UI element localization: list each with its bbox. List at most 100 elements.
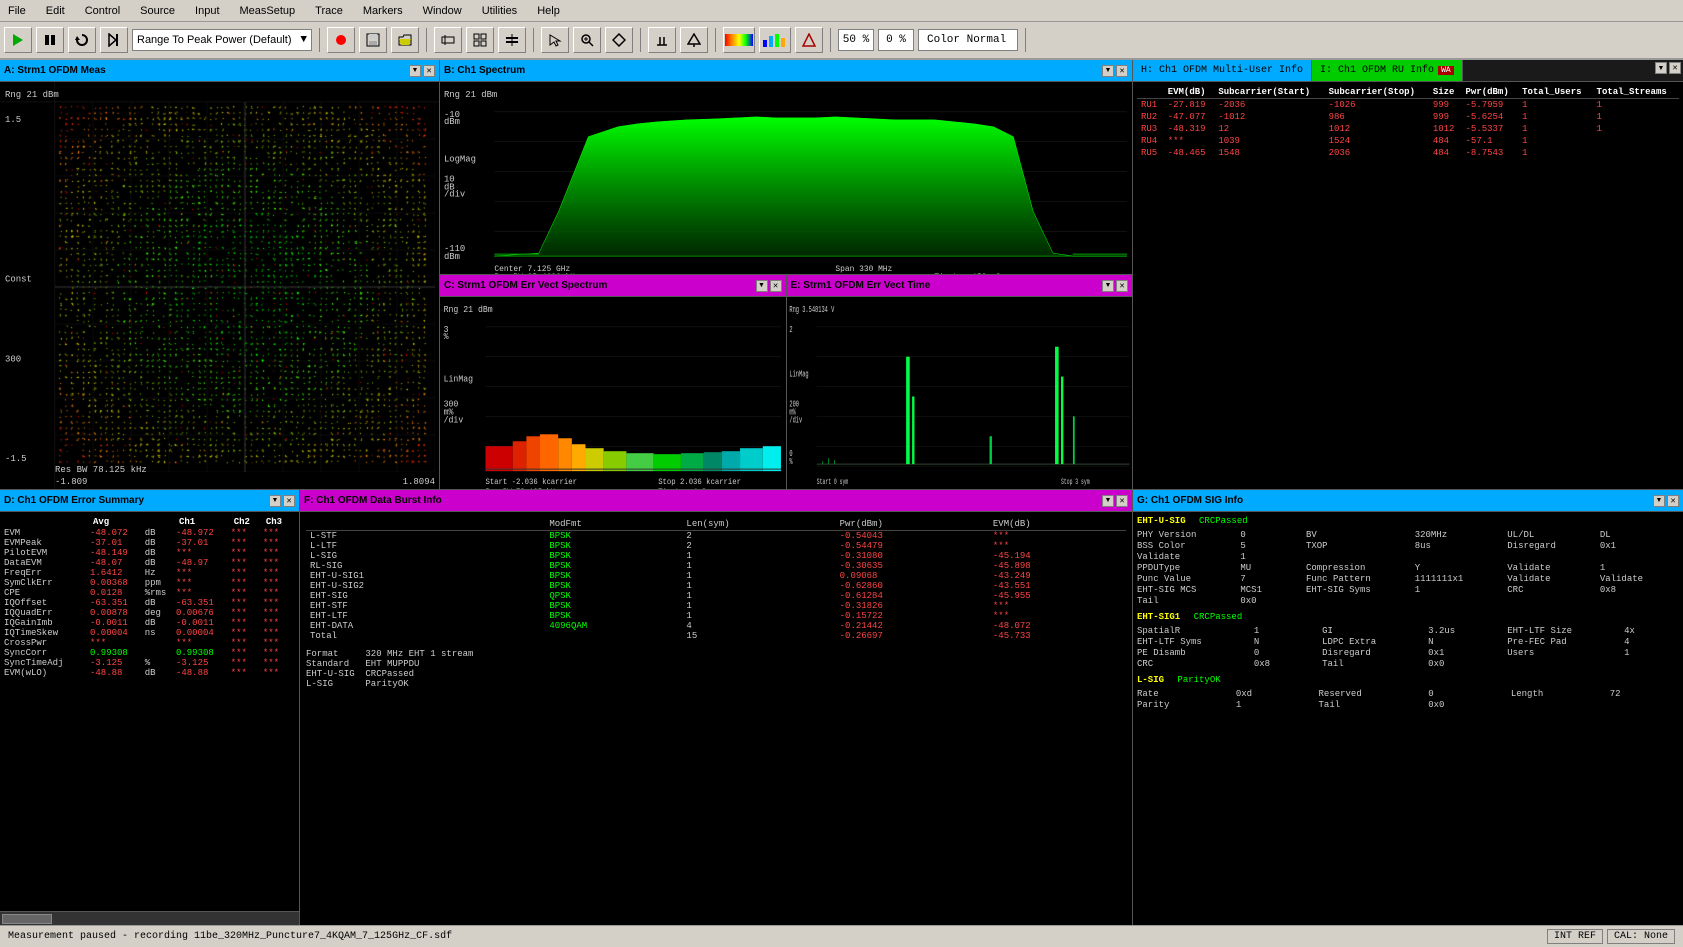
app-container: File Edit Control Source Input MeasSetup… <box>0 0 1683 947</box>
pct2-display: 0 % <box>878 29 914 51</box>
svg-text:Stop 2.036 kcarrier: Stop 2.036 kcarrier <box>658 479 741 487</box>
svg-text:LinMag: LinMag <box>444 374 473 384</box>
menu-meassetup[interactable]: MeasSetup <box>236 3 300 19</box>
panel-d-close[interactable]: ✕ <box>283 495 295 507</box>
marker2-button[interactable] <box>680 27 708 53</box>
panel-e-minimize[interactable]: ▼ <box>1102 280 1114 292</box>
panel-f-minimize[interactable]: ▼ <box>1102 495 1114 507</box>
panel-b-minimize[interactable]: ▼ <box>1102 65 1114 77</box>
bar-chart-button[interactable] <box>759 27 791 53</box>
panel-h-i-area: H: Ch1 OFDM Multi-User Info I: Ch1 OFDM … <box>1133 60 1683 489</box>
menu-utilities[interactable]: Utilities <box>478 3 521 19</box>
table-row: EHT-STF BPSK 1 -0.31826 *** <box>306 601 1126 611</box>
pause-button[interactable] <box>36 27 64 53</box>
separator-5 <box>715 28 716 52</box>
table-row: SyncTimeAdj -3.125 % -3.125 *** *** <box>4 658 295 668</box>
panel-a-controls: ▼ ✕ <box>409 65 435 77</box>
table-row: IQGainImb -0.0011 dB -0.0011 *** *** <box>4 618 295 628</box>
separator-3 <box>533 28 534 52</box>
panel-d: D: Ch1 OFDM Error Summary ▼ ✕ Avg <box>0 490 300 925</box>
menu-edit[interactable]: Edit <box>42 3 69 19</box>
burst-format-info: Format 320 MHz EHT 1 stream Standard EHT… <box>306 649 1126 689</box>
multi-trace-button[interactable] <box>466 27 494 53</box>
single-trace-button[interactable] <box>434 27 462 53</box>
table-row: EVM(wLO) -48.88 dB -48.88 *** *** <box>4 668 295 678</box>
menu-control[interactable]: Control <box>81 3 124 19</box>
panel-c: C: Strm1 OFDM Err Vect Spectrum ▼ ✕ Rng … <box>440 275 787 489</box>
svg-text:Stop 3 sym: Stop 3 sym <box>1061 478 1090 486</box>
table-row: SymClkErr 0.00368 ppm *** *** *** <box>4 578 295 588</box>
panel-g-minimize[interactable]: ▼ <box>1653 495 1665 507</box>
menu-window[interactable]: Window <box>419 3 466 19</box>
table-row: IQTimeSkew 0.00004 ns 0.00004 *** *** <box>4 628 295 638</box>
panel-c-minimize[interactable]: ▼ <box>756 280 768 292</box>
panel-f-close[interactable]: ✕ <box>1116 495 1128 507</box>
panel-a: A: Strm1 OFDM Meas ▼ ✕ Rng 21 dBm <box>0 60 440 489</box>
open-button[interactable] <box>391 27 419 53</box>
tab-i[interactable]: I: Ch1 OFDM RU Info WA <box>1312 60 1463 81</box>
status-bar: Measurement paused - recording 11be_320M… <box>0 925 1683 947</box>
cal-indicator: CAL: None <box>1607 929 1675 944</box>
svg-text:2: 2 <box>789 326 792 336</box>
table-row: EHT-LTF BPSK 1 -0.15722 *** <box>306 611 1126 621</box>
svg-text:dBm: dBm <box>444 117 460 127</box>
tab-h[interactable]: H: Ch1 OFDM Multi-User Info <box>1133 60 1312 81</box>
panel-d-title: D: Ch1 OFDM Error Summary <box>4 495 144 506</box>
table-row: EVM -48.072 dB -48.972 *** *** <box>4 528 295 538</box>
svg-text:Rng 21 dBm: Rng 21 dBm <box>5 90 59 100</box>
record-button[interactable] <box>327 27 355 53</box>
panel-e-title: E: Strm1 OFDM Err Vect Time <box>791 280 931 291</box>
svg-text:LogMag: LogMag <box>444 155 476 165</box>
svg-text:1.5: 1.5 <box>5 115 21 125</box>
color-spectrum-button[interactable] <box>723 27 755 53</box>
panel-b-close[interactable]: ✕ <box>1116 65 1128 77</box>
triangle-button[interactable] <box>795 27 823 53</box>
panel-f-title: F: Ch1 OFDM Data Burst Info <box>304 495 442 506</box>
menu-input[interactable]: Input <box>191 3 223 19</box>
play-button[interactable] <box>4 27 32 53</box>
table-row: IQQuadErr 0.00878 deg 0.00676 *** *** <box>4 608 295 618</box>
panel-hi-minimize[interactable]: ▼ <box>1655 62 1667 74</box>
panel-d-minimize[interactable]: ▼ <box>269 495 281 507</box>
cursor-button[interactable] <box>541 27 569 53</box>
panel-g-controls: ▼ ✕ <box>1653 495 1679 507</box>
col-size: Size <box>1429 86 1462 99</box>
table-row: L-LTF BPSK 2 -0.54479 *** <box>306 541 1126 551</box>
panel-hi-close[interactable]: ✕ <box>1669 62 1681 74</box>
menu-file[interactable]: File <box>4 3 30 19</box>
range-dropdown[interactable]: Range To Peak Power (Default) ▼ <box>132 29 312 51</box>
svg-text:Start -2.036 kcarrier: Start -2.036 kcarrier <box>485 479 577 487</box>
separator-7 <box>1025 28 1026 52</box>
panel-c-close[interactable]: ✕ <box>770 280 782 292</box>
svg-text:300: 300 <box>5 354 21 364</box>
col-evm: EVM(dB) <box>1164 86 1215 99</box>
single-button[interactable] <box>100 27 128 53</box>
panel-c-e-row: C: Strm1 OFDM Err Vect Spectrum ▼ ✕ Rng … <box>440 275 1132 489</box>
svg-text:Const: Const <box>5 275 32 285</box>
restart-button[interactable] <box>68 27 96 53</box>
int-ref-indicator: INT REF <box>1547 929 1603 944</box>
panel-a-minimize[interactable]: ▼ <box>409 65 421 77</box>
pct1-display: 50 % <box>838 29 874 51</box>
menu-trace[interactable]: Trace <box>311 3 347 19</box>
menu-help[interactable]: Help <box>533 3 564 19</box>
diamond-button[interactable] <box>605 27 633 53</box>
svg-text:%: % <box>789 458 793 468</box>
save-button[interactable] <box>359 27 387 53</box>
panel-e-close[interactable]: ✕ <box>1116 280 1128 292</box>
table-row: L-SIG BPSK 1 -0.31080 -45.194 <box>306 551 1126 561</box>
svg-text:Res BW 25.4626 kHz: Res BW 25.4626 kHz <box>494 273 580 274</box>
col-sub-stop: Subcarrier(Stop) <box>1325 86 1429 99</box>
panel-a-close[interactable]: ✕ <box>423 65 435 77</box>
multi-user-table: EVM(dB) Subcarrier(Start) Subcarrier(Sto… <box>1137 86 1679 159</box>
svg-text:-1.5: -1.5 <box>5 454 27 464</box>
svg-text:/div: /div <box>789 416 802 426</box>
row2: D: Ch1 OFDM Error Summary ▼ ✕ Avg <box>0 490 1683 925</box>
marker-button[interactable] <box>648 27 676 53</box>
layout-button[interactable] <box>498 27 526 53</box>
menu-source[interactable]: Source <box>136 3 179 19</box>
col-sub-start: Subcarrier(Start) <box>1214 86 1324 99</box>
menu-markers[interactable]: Markers <box>359 3 407 19</box>
panel-g-close[interactable]: ✕ <box>1667 495 1679 507</box>
zoom-button[interactable] <box>573 27 601 53</box>
